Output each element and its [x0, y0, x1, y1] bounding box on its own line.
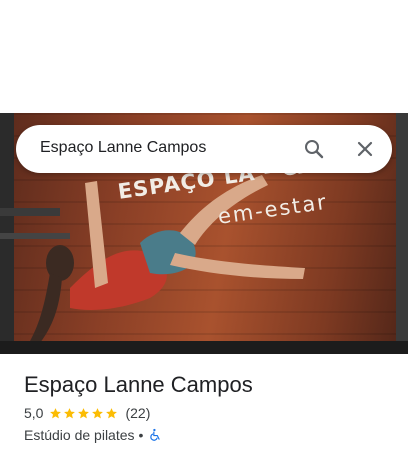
star-icon — [78, 407, 90, 418]
star-icon — [92, 407, 104, 418]
close-icon[interactable] — [353, 137, 377, 161]
photo-floor — [0, 341, 408, 354]
rating-stars — [49, 407, 119, 420]
place-card[interactable]: Espaço Lanne Campos 5,0 (22) Estúdio de … — [0, 354, 408, 466]
place-category: Estúdio de pilates — [24, 427, 135, 443]
wheelchair-accessible-icon — [150, 428, 161, 441]
separator-dot: • — [138, 427, 144, 443]
search-bar[interactable]: Espaço Lanne Campos — [16, 125, 392, 173]
search-input[interactable]: Espaço Lanne Campos — [40, 139, 206, 157]
person-hair — [30, 273, 62, 343]
rating-value: 5,0 — [24, 405, 44, 421]
star-icon — [106, 407, 118, 418]
place-title: Espaço Lanne Campos — [24, 372, 253, 397]
frame-bar — [0, 208, 60, 216]
review-count[interactable]: (22) — [125, 405, 150, 421]
person-leg-lower — [170, 253, 305, 279]
category-row: Estúdio de pilates • — [24, 427, 162, 443]
star-icon — [50, 407, 62, 418]
rating-row[interactable]: 5,0 (22) — [24, 405, 150, 421]
map-top-area — [0, 0, 408, 113]
star-icon — [64, 407, 76, 418]
search-icon[interactable] — [302, 137, 326, 161]
wall-edge — [396, 113, 408, 354]
frame-bar-lower — [0, 233, 70, 239]
